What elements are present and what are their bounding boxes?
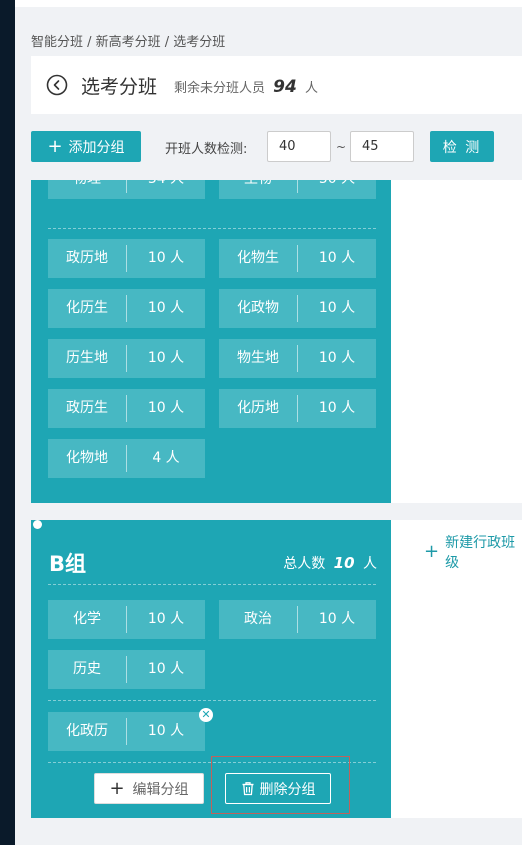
chip-count: 10 人 bbox=[318, 400, 356, 416]
subject-chip: 化学 10 人 bbox=[48, 600, 205, 639]
subject-chip: 历史 10 人 bbox=[48, 650, 205, 689]
subject-chip: 生物 50 人 bbox=[219, 180, 376, 199]
plus-icon: + bbox=[47, 135, 63, 157]
page-title: 选考分班 bbox=[81, 76, 158, 98]
total-count: 10 bbox=[333, 554, 355, 572]
chip-count: 10 人 bbox=[147, 661, 185, 677]
group-a-card: 物理 34 人 生物 50 人 政历地 10 人 化物生 10 人 化历生 10… bbox=[31, 180, 391, 503]
combo-chip: 化物地 4 人 bbox=[48, 439, 205, 478]
combo-chip: 政历地 10 人 bbox=[48, 239, 205, 278]
subject-chip: 物理 34 人 bbox=[48, 180, 205, 199]
chip-count: 10 人 bbox=[318, 250, 356, 266]
group-b-card: B组 总人数 10 人 化学 10 人 政治 10 人 历史 10 人 化政历 bbox=[31, 520, 391, 818]
remaining-summary: 剩余未分班人员 94 人 bbox=[174, 77, 318, 97]
combo-chip: 化政历 10 人 bbox=[48, 712, 205, 751]
delete-group-button[interactable]: 删除分组 bbox=[225, 773, 331, 804]
group-total: 总人数 10 人 bbox=[283, 553, 377, 573]
check-button[interactable]: 检 测 bbox=[430, 131, 494, 162]
combo-chip: 化历地 10 人 bbox=[219, 389, 376, 428]
back-icon[interactable] bbox=[46, 74, 68, 96]
chip-count: 10 人 bbox=[318, 350, 356, 366]
chip-name: 政治 bbox=[244, 611, 272, 627]
total-label: 总人数 bbox=[283, 556, 326, 572]
page: 智能分班 / 新高考分班 / 选考分班 选考分班 剩余未分班人员 94 人 + … bbox=[15, 0, 522, 845]
chip-name: 历生地 bbox=[66, 350, 108, 366]
group-a-side-panel bbox=[391, 180, 522, 503]
chip-count: 34 人 bbox=[127, 180, 205, 199]
chip-count: 50 人 bbox=[298, 180, 376, 199]
chip-name: 生物 bbox=[219, 180, 297, 199]
chip-name: 化政历 bbox=[66, 723, 108, 739]
breadcrumb: 智能分班 / 新高考分班 / 选考分班 bbox=[31, 35, 226, 50]
remove-combo-icon[interactable]: ✕ bbox=[199, 708, 213, 722]
new-class-button[interactable]: + 新建行政班级 bbox=[424, 532, 522, 572]
chip-count: 10 人 bbox=[147, 300, 185, 316]
combo-chip: 化物生 10 人 bbox=[219, 239, 376, 278]
edit-group-button[interactable]: + 编辑分组 bbox=[94, 773, 204, 804]
combo-chip: 政历生 10 人 bbox=[48, 389, 205, 428]
top-bar bbox=[15, 0, 522, 7]
divider bbox=[48, 700, 376, 701]
divider bbox=[48, 584, 376, 585]
chip-count: 10 人 bbox=[147, 723, 185, 739]
remaining-count: 94 bbox=[273, 77, 297, 97]
plus-icon: + bbox=[424, 541, 440, 562]
chip-name: 物理 bbox=[48, 180, 126, 199]
add-group-label: 添加分组 bbox=[68, 139, 125, 156]
chip-name: 化学 bbox=[73, 611, 101, 627]
subject-chip: 政治 10 人 bbox=[219, 600, 376, 639]
total-unit: 人 bbox=[363, 556, 377, 572]
remaining-label: 剩余未分班人员 bbox=[174, 81, 266, 96]
plus-icon: + bbox=[109, 777, 125, 799]
chip-count: 10 人 bbox=[318, 300, 356, 316]
chip-count: 10 人 bbox=[147, 250, 185, 266]
left-dark-strip bbox=[0, 0, 15, 845]
delete-group-label: 删除分组 bbox=[259, 781, 316, 798]
trash-icon bbox=[242, 782, 253, 796]
chip-name: 物生地 bbox=[237, 350, 279, 366]
drag-handle-dot[interactable] bbox=[33, 520, 42, 529]
edit-group-label: 编辑分组 bbox=[132, 781, 189, 798]
chip-name: 政历生 bbox=[66, 400, 108, 416]
groups-scroll-area[interactable]: 物理 34 人 生物 50 人 政历地 10 人 化物生 10 人 化历生 10… bbox=[31, 180, 522, 845]
combo-chip: 物生地 10 人 bbox=[219, 339, 376, 378]
add-group-button[interactable]: + 添加分组 bbox=[31, 131, 141, 162]
divider bbox=[48, 228, 376, 229]
title-card: 选考分班 剩余未分班人员 94 人 bbox=[31, 56, 522, 114]
chip-count: 4 人 bbox=[152, 450, 180, 466]
min-count-input[interactable]: 40 bbox=[267, 131, 331, 162]
combo-chip: 化政物 10 人 bbox=[219, 289, 376, 328]
max-count-input[interactable]: 45 bbox=[350, 131, 414, 162]
remaining-unit: 人 bbox=[304, 81, 318, 96]
chip-name: 化政物 bbox=[237, 300, 279, 316]
chip-count: 10 人 bbox=[147, 611, 185, 627]
chip-count: 10 人 bbox=[147, 400, 185, 416]
chip-name: 化物地 bbox=[66, 450, 108, 466]
chip-count: 10 人 bbox=[318, 611, 356, 627]
group-title: B组 bbox=[49, 552, 87, 576]
combo-chip: 化历生 10 人 bbox=[48, 289, 205, 328]
new-class-label: 新建行政班级 bbox=[445, 535, 516, 571]
chip-count: 10 人 bbox=[147, 350, 185, 366]
range-separator: ~ bbox=[336, 140, 347, 154]
chip-name: 化物生 bbox=[237, 250, 279, 266]
chip-name: 历史 bbox=[73, 661, 101, 677]
chip-name: 政历地 bbox=[66, 250, 108, 266]
combo-chip: 历生地 10 人 bbox=[48, 339, 205, 378]
chip-name: 化历生 bbox=[66, 300, 108, 316]
chip-name: 化历地 bbox=[237, 400, 279, 416]
check-label: 开班人数检测: bbox=[165, 142, 248, 157]
